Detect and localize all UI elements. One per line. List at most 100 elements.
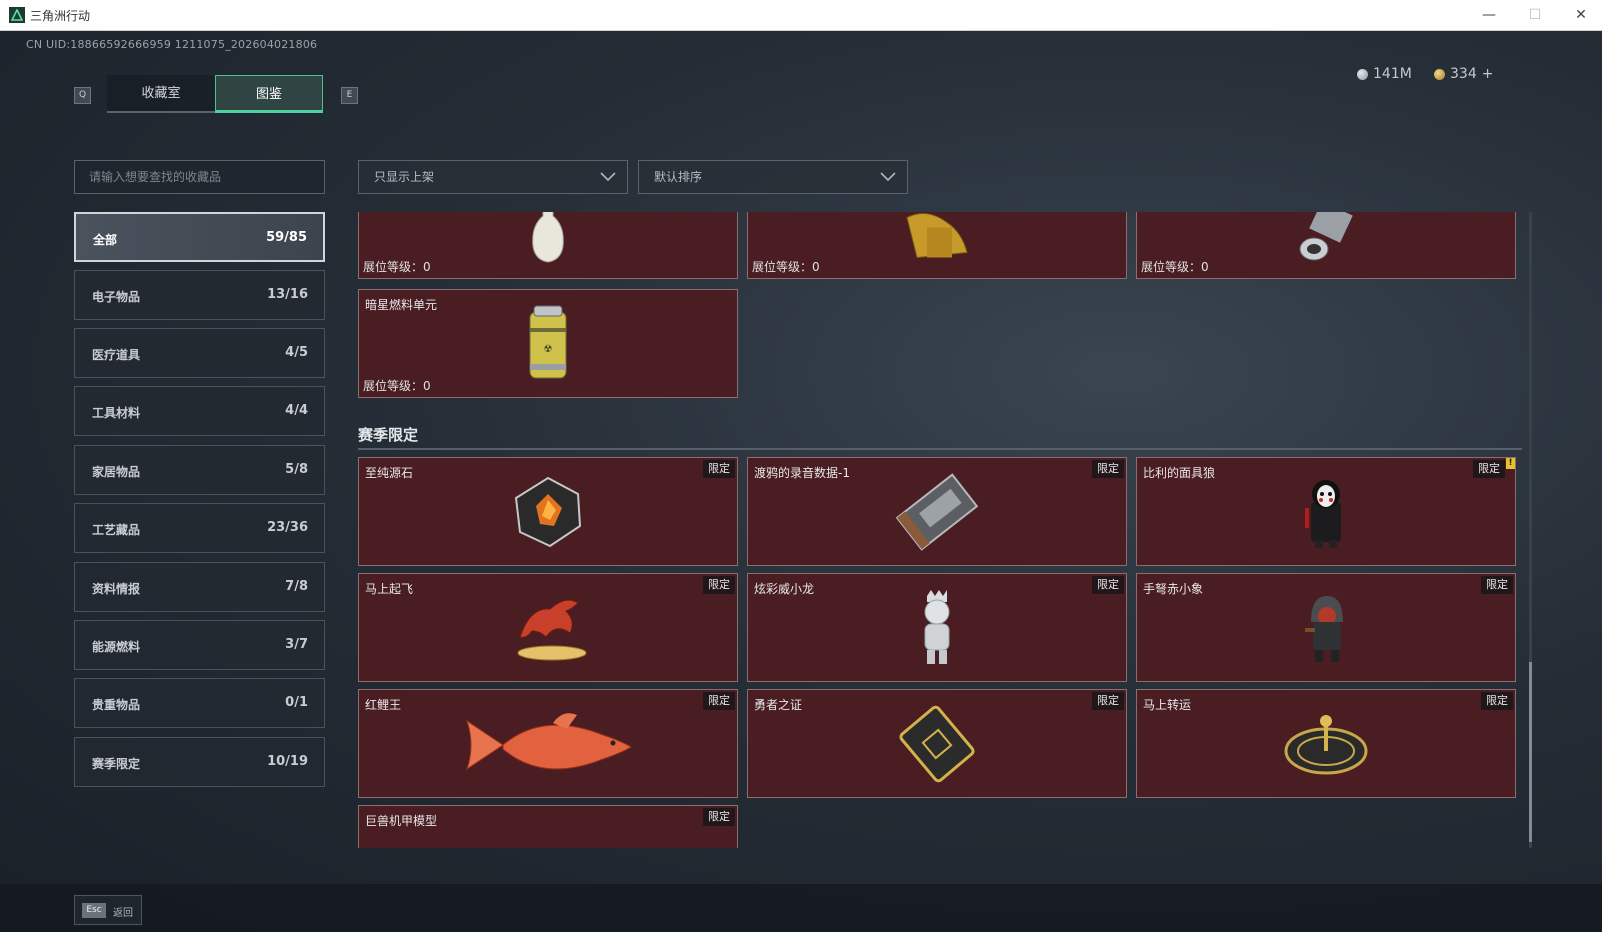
- window-title: 三角洲行动: [30, 9, 91, 23]
- section-divider: [358, 448, 1522, 450]
- horse-statue-icon: [517, 599, 587, 660]
- search-input[interactable]: 请输入想要查找的收藏品: [74, 160, 325, 194]
- category-label: 电子物品: [92, 290, 141, 304]
- filter-dropdown[interactable]: 只显示上架: [358, 160, 628, 194]
- category-count: 3/7: [285, 637, 308, 652]
- season-item-grid: 至纯源石 限定 渡鸦的录音数据-1 限定 比利的面具狼 限定 ! 马上起飞 限定…: [358, 457, 1522, 848]
- limited-badge: 限定: [1092, 692, 1124, 710]
- item-card[interactable]: 渡鸦的录音数据-1 限定: [747, 457, 1127, 566]
- category-label: 医疗道具: [92, 348, 141, 362]
- category-count: 5/8: [285, 462, 308, 477]
- item-card[interactable]: 手弩赤小象 限定: [1136, 573, 1516, 682]
- category-count: 13/16: [267, 287, 308, 302]
- category-label: 赛季限定: [92, 757, 141, 771]
- maximize-button[interactable]: ☐: [1520, 4, 1550, 26]
- tab-prev-key: Q: [74, 87, 91, 104]
- badge-card-icon: [899, 705, 975, 782]
- fuel-canister-icon: ☢: [529, 305, 567, 378]
- silver-amount: 141M: [1373, 66, 1412, 82]
- add-currency-button[interactable]: +: [1482, 66, 1494, 82]
- category-fuel[interactable]: 能源燃料 3/7: [74, 620, 325, 670]
- cassette-icon: [895, 472, 979, 551]
- item-card[interactable]: 至纯源石 限定: [358, 457, 738, 566]
- category-count: 4/4: [285, 403, 308, 418]
- fortune-wheel-icon: [1284, 714, 1368, 774]
- category-electronics[interactable]: 电子物品 13/16: [74, 270, 325, 320]
- item-card[interactable]: 暗星燃料单元 ☢ 展位等级：0: [358, 289, 738, 398]
- silver-figure-icon: [924, 589, 950, 664]
- item-card[interactable]: 马上转运 限定: [1136, 689, 1516, 798]
- category-count: 7/8: [285, 579, 308, 594]
- limited-badge: 限定: [1481, 576, 1513, 594]
- category-crafts[interactable]: 工艺藏品 23/36: [74, 503, 325, 553]
- tab-collection-room[interactable]: 收藏室: [107, 75, 215, 113]
- item-card[interactable]: 展位等级：0: [747, 212, 1127, 279]
- gold-amount: 334: [1450, 66, 1477, 82]
- category-label: 工具材料: [92, 406, 141, 420]
- item-name: 红鲤王: [365, 698, 402, 712]
- alert-icon: !: [1506, 458, 1515, 469]
- item-card[interactable]: 巨兽机甲模型 限定: [358, 805, 738, 848]
- hooded-figure-icon: [1305, 595, 1343, 662]
- item-card[interactable]: 展位等级：0: [358, 212, 738, 279]
- limited-badge: 限定: [1092, 576, 1124, 594]
- item-card[interactable]: 炫彩威小龙 限定: [747, 573, 1127, 682]
- gold-coin-icon: [1434, 68, 1445, 80]
- category-label: 能源燃料: [92, 640, 141, 654]
- silver-currency: 141M: [1357, 66, 1412, 82]
- category-tools[interactable]: 工具材料 4/4: [74, 386, 325, 436]
- item-name: 渡鸦的录音数据-1: [754, 466, 850, 480]
- category-season-limited[interactable]: 赛季限定 10/19: [74, 737, 325, 787]
- item-name: 暗星燃料单元: [365, 298, 438, 312]
- limited-badge: 限定: [1473, 460, 1505, 478]
- sort-value: 默认排序: [654, 170, 703, 184]
- category-label: 资料情报: [92, 582, 141, 596]
- silver-coin-icon: [1357, 68, 1368, 80]
- item-card[interactable]: 展位等级：0: [1136, 212, 1516, 279]
- category-household[interactable]: 家居物品 5/8: [74, 445, 325, 495]
- category-valuables[interactable]: 贵重物品 0/1: [74, 678, 325, 728]
- item-name: 至纯源石: [365, 466, 414, 480]
- svg-text:☢: ☢: [544, 344, 553, 355]
- item-card[interactable]: 勇者之证 限定: [747, 689, 1127, 798]
- category-intel[interactable]: 资料情报 7/8: [74, 562, 325, 612]
- back-button[interactable]: Esc 返回: [74, 895, 142, 925]
- bottom-bar: [0, 884, 1602, 932]
- sort-dropdown[interactable]: 默认排序: [638, 160, 908, 194]
- chevron-down-icon: [600, 172, 616, 182]
- source-stone-icon: [514, 476, 582, 547]
- category-all[interactable]: 全部 59/85: [74, 212, 325, 262]
- item-card[interactable]: 比利的面具狼 限定 !: [1136, 457, 1516, 566]
- metal-cylinder-icon: [1299, 212, 1353, 261]
- category-medical[interactable]: 医疗道具 4/5: [74, 328, 325, 378]
- item-name: 炫彩威小龙: [754, 582, 815, 596]
- category-label: 工艺藏品: [92, 523, 141, 537]
- category-count: 4/5: [285, 345, 308, 360]
- minimize-button[interactable]: —: [1474, 4, 1504, 26]
- scrollbar[interactable]: [1529, 212, 1532, 848]
- gold-currency[interactable]: 334 +: [1434, 66, 1493, 82]
- item-name: 巨兽机甲模型: [365, 814, 438, 828]
- category-count: 0/1: [285, 695, 308, 710]
- close-button[interactable]: ✕: [1566, 4, 1596, 26]
- golden-statue-icon: [906, 213, 968, 259]
- tab-codex[interactable]: 图鉴: [215, 75, 323, 113]
- filter-value: 只显示上架: [374, 170, 435, 184]
- category-label: 家居物品: [92, 465, 141, 479]
- item-name: 手弩赤小象: [1143, 582, 1204, 596]
- limited-badge: 限定: [1481, 692, 1513, 710]
- item-name: 比利的面具狼: [1143, 466, 1216, 480]
- limited-badge: 限定: [703, 576, 735, 594]
- display-level: 展位等级：0: [363, 260, 431, 274]
- app-logo-icon: [9, 7, 25, 23]
- item-card[interactable]: 马上起飞 限定: [358, 573, 738, 682]
- section-title: 赛季限定: [358, 426, 419, 444]
- item-name: 马上起飞: [365, 582, 414, 596]
- item-card[interactable]: 红鲤王 限定: [358, 689, 738, 798]
- limited-badge: 限定: [703, 808, 735, 826]
- window-titlebar: 三角洲行动 — ☐ ✕: [0, 0, 1602, 31]
- chevron-down-icon: [880, 172, 896, 182]
- limited-badge: 限定: [703, 460, 735, 478]
- category-count: 23/36: [267, 520, 308, 535]
- scrollbar-thumb[interactable]: [1529, 662, 1532, 842]
